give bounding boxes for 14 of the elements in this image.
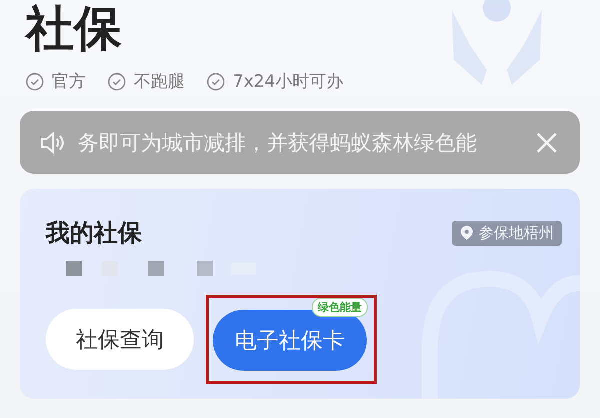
check-circle-icon [26,72,44,90]
feature-tag: 7x24小时可办 [233,70,344,93]
energy-badge: 绿色能量 [312,298,368,317]
speaker-icon [40,132,66,154]
check-circle-icon [108,72,126,90]
feature-tag: 官方 [52,70,86,93]
location-badge: 参保地梧州 [452,220,562,246]
feature-tag: 不跑腿 [134,70,185,93]
check-circle-icon [207,72,225,90]
page-title: 社保 [26,0,122,58]
card-title: 我的社保 [46,218,142,249]
close-button[interactable] [536,132,558,154]
query-button[interactable]: 社保查询 [46,309,194,370]
notice-text: 务即可为城市减排，并获得蚂蚁森林绿色能 [78,130,478,156]
